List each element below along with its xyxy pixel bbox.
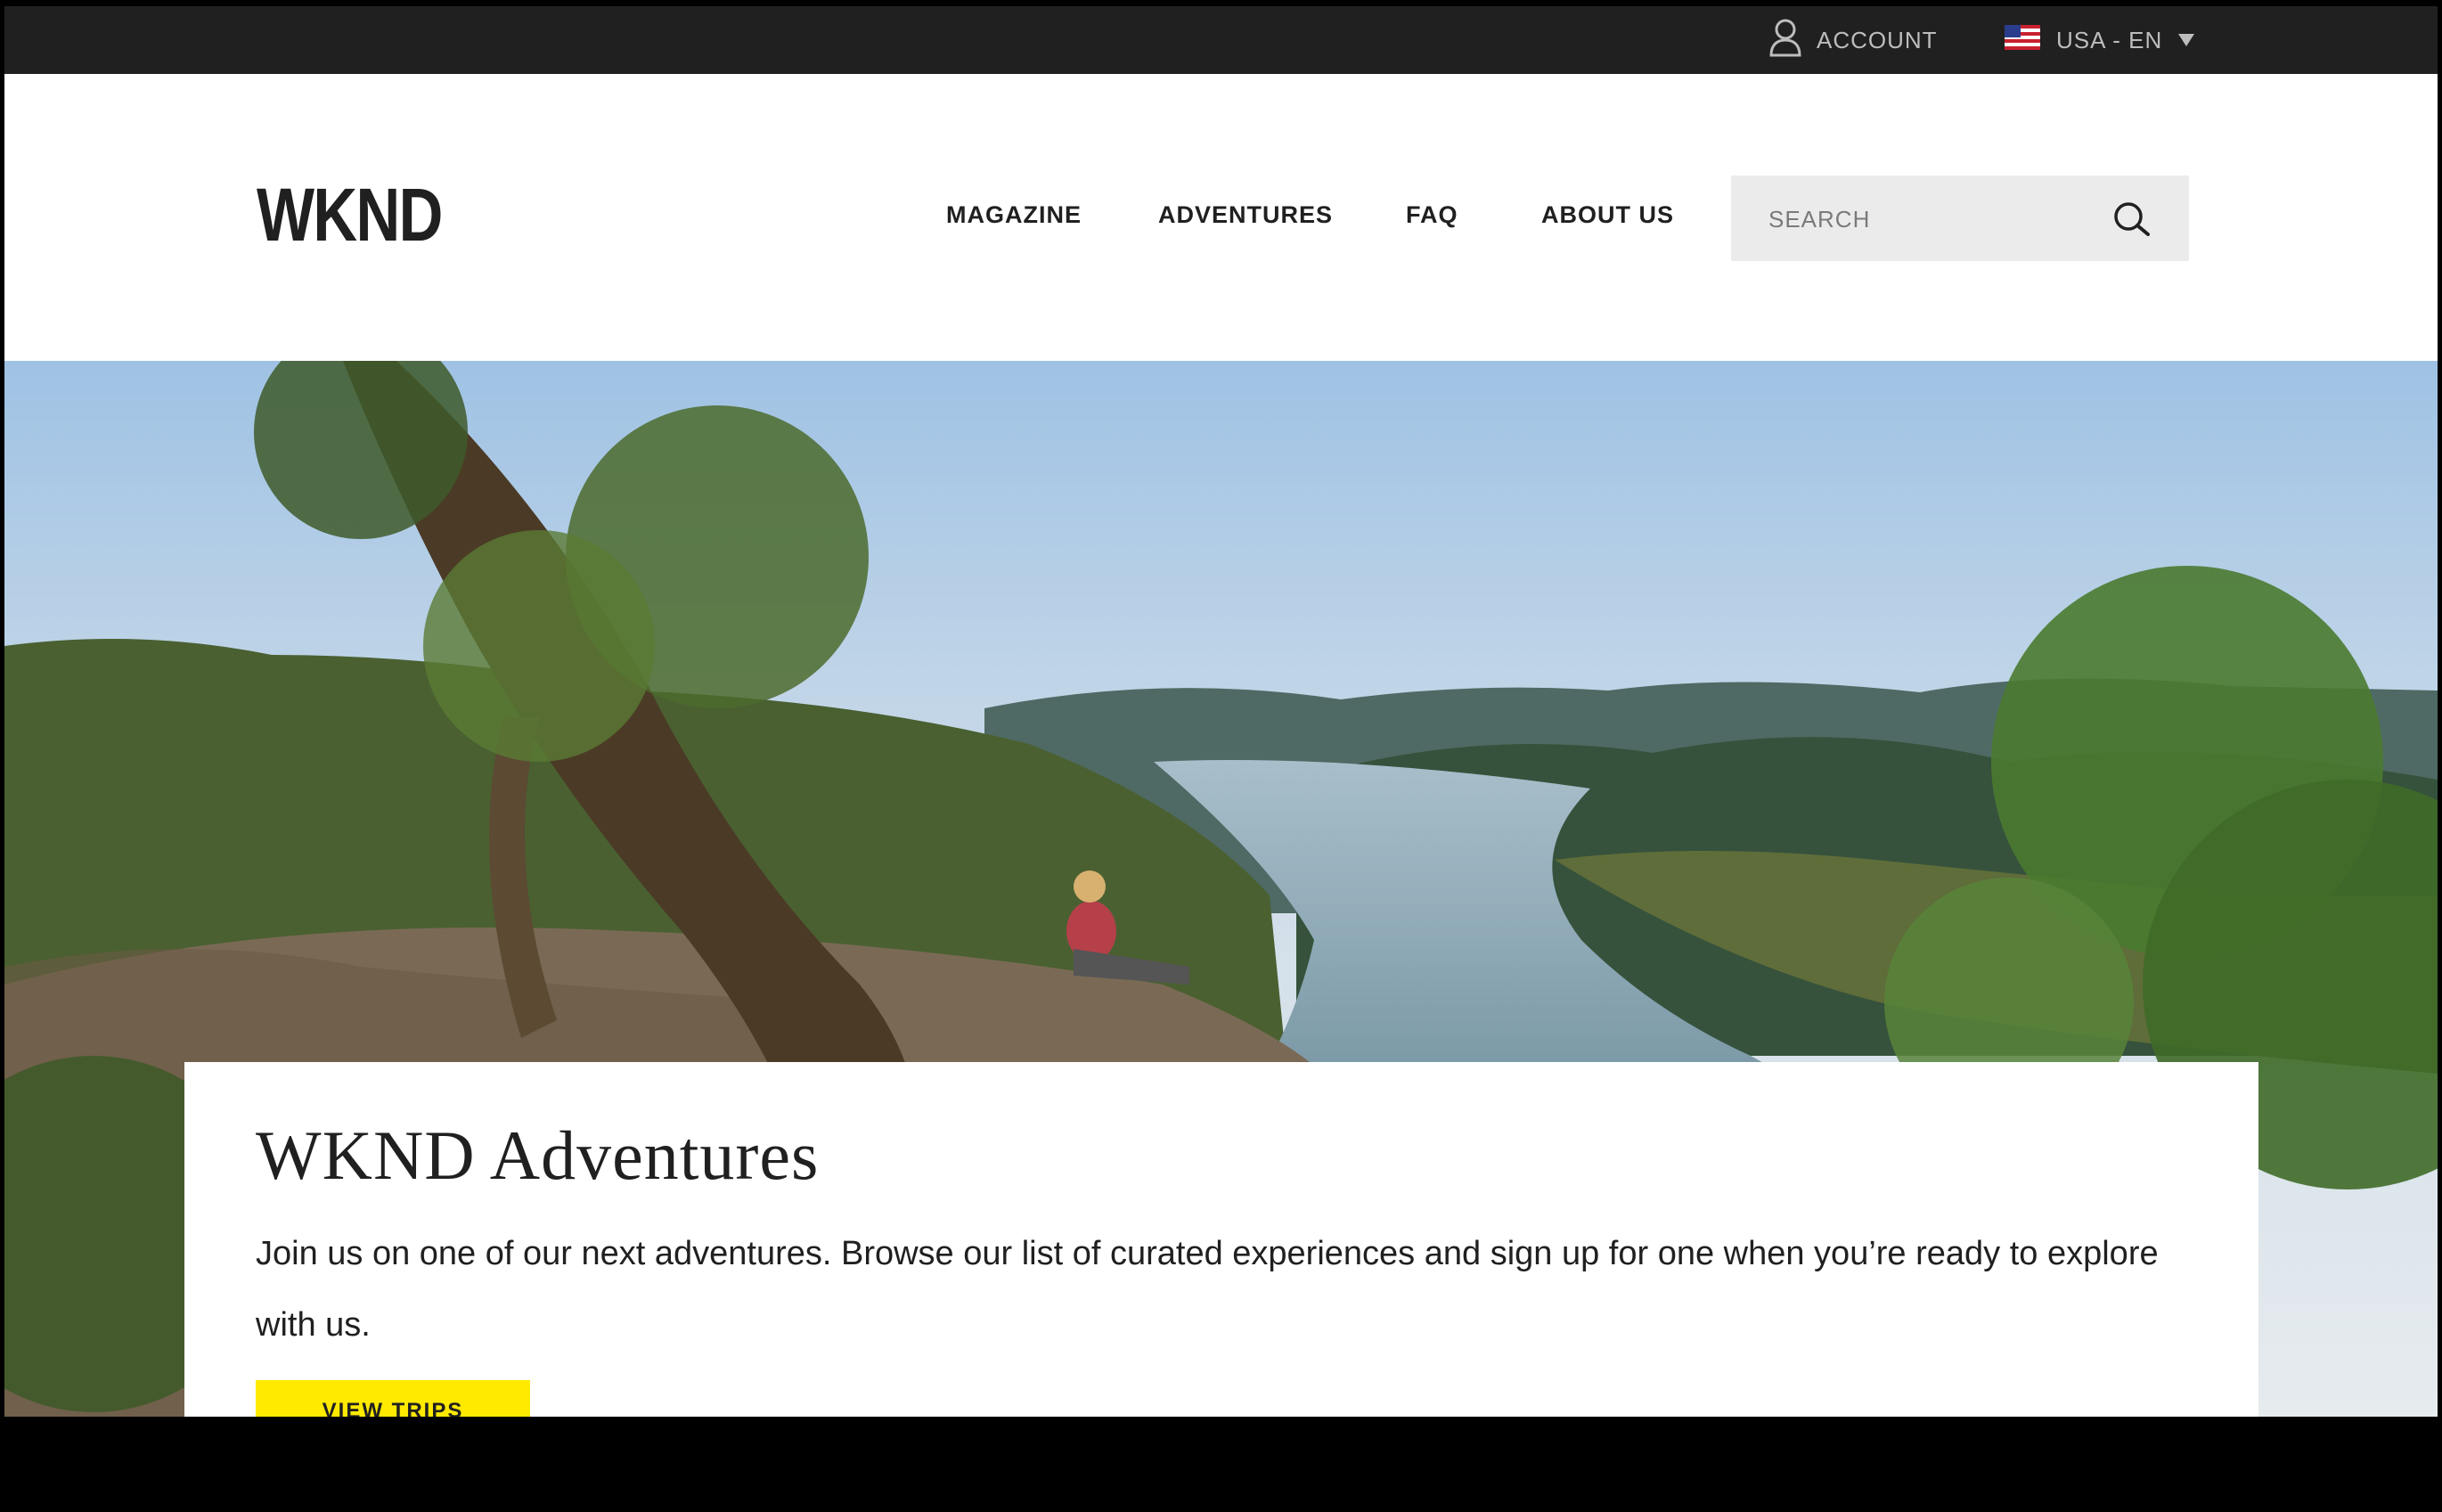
nav-item-magazine[interactable]: MAGAZINE xyxy=(946,201,1082,229)
nav-item-about-us[interactable]: ABOUT US xyxy=(1541,201,1674,229)
caret-down-icon xyxy=(2178,34,2195,46)
utility-bar: ACCOUNT USA - EN xyxy=(4,6,2438,74)
nav-item-adventures[interactable]: ADVENTURES xyxy=(1158,201,1333,229)
search-box xyxy=(1731,176,2189,263)
hero-card: WKND Adventures Join us on one of our ne… xyxy=(184,1062,2258,1443)
account-link[interactable]: ACCOUNT xyxy=(1768,6,1938,74)
locale-label: USA - EN xyxy=(2056,26,2163,53)
search-icon[interactable] xyxy=(2112,200,2152,244)
user-icon xyxy=(1768,18,1802,63)
hero-title: WKND Adventures xyxy=(256,1116,820,1194)
bottom-overlay xyxy=(0,1417,2442,1512)
hero-description: Join us on one of our next adventures. B… xyxy=(256,1235,2159,1344)
language-selector[interactable]: USA - EN xyxy=(2005,6,2195,74)
us-flag-icon xyxy=(2005,24,2040,56)
search-input[interactable] xyxy=(1767,176,2109,263)
account-label: ACCOUNT xyxy=(1817,26,1938,53)
site-header: WKND MAGAZINE ADVENTURES FAQ ABOUT US xyxy=(4,74,2438,361)
nav-item-faq[interactable]: FAQ xyxy=(1406,201,1458,229)
